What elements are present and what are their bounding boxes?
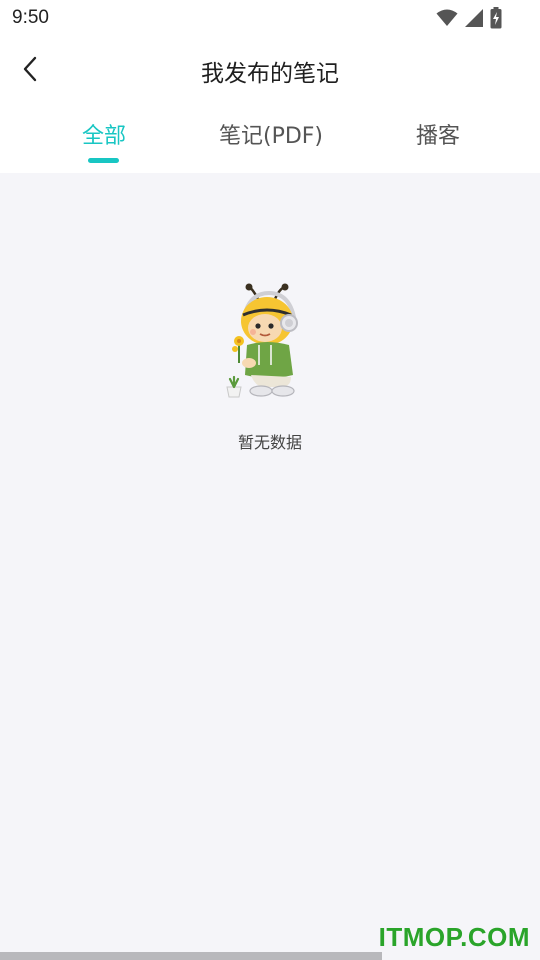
bottom-scroll-bar bbox=[0, 952, 382, 960]
empty-message: 暂无数据 bbox=[237, 433, 302, 452]
wifi-icon bbox=[436, 9, 458, 26]
tab-all[interactable]: 全部 bbox=[82, 118, 126, 150]
bee-mascot-illustration bbox=[226, 283, 298, 398]
status-time: 9:50 bbox=[12, 7, 49, 28]
tab-bar: 全部 笔记(PDF) 播客 bbox=[0, 110, 540, 170]
status-icons bbox=[436, 7, 502, 29]
tab-notes-pdf[interactable]: 笔记(PDF) bbox=[219, 118, 323, 150]
watermark: ITMOP.COM bbox=[378, 922, 530, 952]
battery-charging-icon bbox=[490, 7, 502, 29]
page-title: 我发布的笔记 bbox=[201, 61, 339, 87]
top-panel: 9:50 我发布的笔记 全部 笔记(PDF) 播客 bbox=[0, 0, 540, 173]
tab-indicator bbox=[88, 158, 119, 163]
tab-podcast[interactable]: 播客 bbox=[416, 118, 460, 150]
status-bar: 9:50 bbox=[0, 0, 540, 36]
cellular-signal-icon bbox=[465, 9, 483, 27]
nav-bar: 我发布的笔记 bbox=[0, 40, 540, 96]
empty-state: 暂无数据 bbox=[0, 283, 540, 453]
